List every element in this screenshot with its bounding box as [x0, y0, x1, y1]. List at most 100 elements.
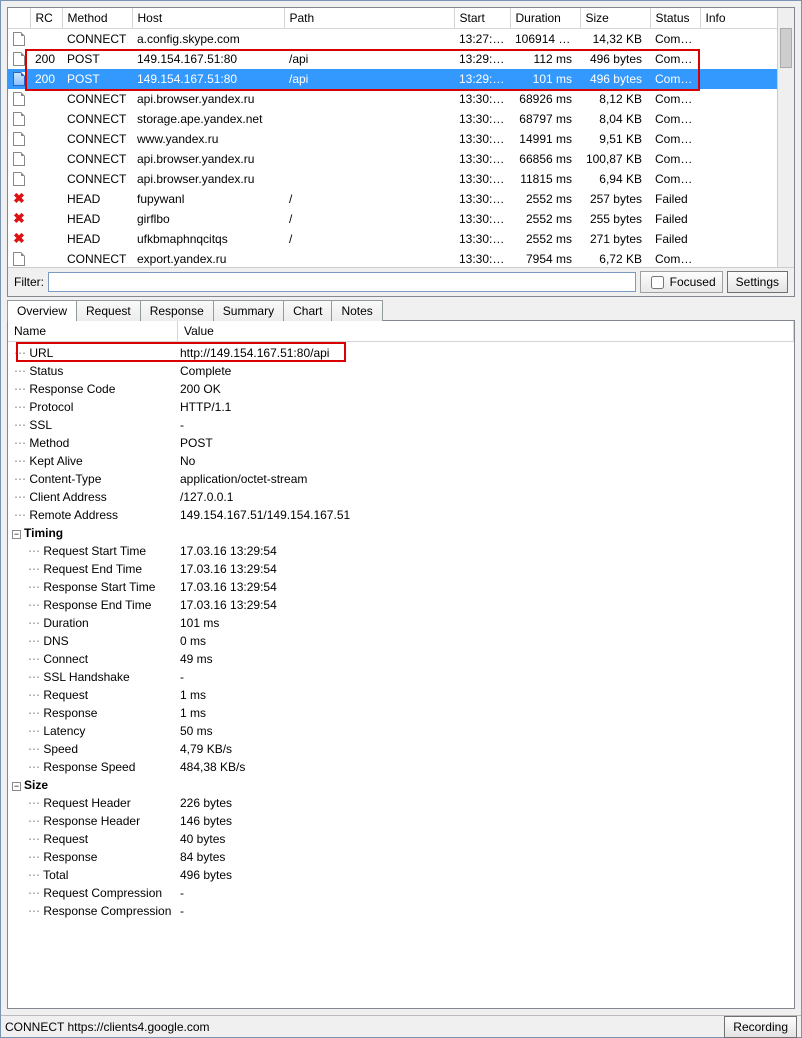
table-row[interactable]: CONNECTapi.browser.yandex.ru13:30:396892…	[8, 89, 794, 109]
col-Status[interactable]: Status	[650, 8, 700, 29]
detail-body[interactable]: ⋯ URLhttp://149.154.167.51:80/api⋯ Statu…	[8, 342, 794, 1008]
col-Path[interactable]: Path	[284, 8, 454, 29]
detail-value: HTTP/1.1	[180, 400, 790, 414]
col-Duration[interactable]: Duration	[510, 8, 580, 29]
detail-row[interactable]: −Size	[12, 776, 790, 794]
detail-row[interactable]: ⋯ Request Header226 bytes	[12, 794, 790, 812]
detail-name: −Timing	[12, 526, 180, 540]
detail-row[interactable]: ⋯ Request40 bytes	[12, 830, 790, 848]
table-row[interactable]: CONNECTexport.yandex.ru13:30:467954 ms6,…	[8, 249, 794, 268]
filter-input[interactable]	[48, 272, 636, 292]
detail-name: ⋯ Total	[12, 868, 180, 882]
detail-name: ⋯ Protocol	[12, 400, 180, 414]
detail-row[interactable]: ⋯ Response Speed484,38 KB/s	[12, 758, 790, 776]
detail-row[interactable]: −Timing	[12, 524, 790, 542]
status-bar: CONNECT https://clients4.google.com Reco…	[1, 1015, 801, 1037]
detail-row[interactable]: ⋯ Speed4,79 KB/s	[12, 740, 790, 758]
detail-value: -	[180, 670, 790, 684]
settings-button[interactable]: Settings	[727, 271, 788, 293]
col-RC[interactable]: RC	[30, 8, 62, 29]
col-Method[interactable]: Method	[62, 8, 132, 29]
detail-row[interactable]: ⋯ Total496 bytes	[12, 866, 790, 884]
detail-row[interactable]: ⋯ StatusComplete	[12, 362, 790, 380]
detail-row[interactable]: ⋯ Duration101 ms	[12, 614, 790, 632]
detail-name: ⋯ Request Start Time	[12, 544, 180, 558]
detail-row[interactable]: ⋯ Request Start Time17.03.16 13:29:54	[12, 542, 790, 560]
document-icon	[13, 72, 25, 86]
detail-name: ⋯ SSL	[12, 418, 180, 432]
detail-row[interactable]: ⋯ ProtocolHTTP/1.1	[12, 398, 790, 416]
table-row[interactable]: CONNECTapi.browser.yandex.ru13:30:411181…	[8, 169, 794, 189]
table-row[interactable]: ✖HEADfupywanl/13:30:462552 ms257 bytesFa…	[8, 189, 794, 209]
detail-row[interactable]: ⋯ Response Header146 bytes	[12, 812, 790, 830]
table-row[interactable]: CONNECTapi.browser.yandex.ru13:30:416685…	[8, 149, 794, 169]
tab-notes[interactable]: Notes	[331, 300, 382, 321]
detail-name: ⋯ Content-Type	[12, 472, 180, 486]
detail-value: 0 ms	[180, 634, 790, 648]
table-row[interactable]: CONNECTwww.yandex.ru13:30:3914991 ms9,51…	[8, 129, 794, 149]
detail-row[interactable]: ⋯ Response End Time17.03.16 13:29:54	[12, 596, 790, 614]
document-icon	[13, 52, 25, 66]
table-row[interactable]: CONNECTa.config.skype.com13:27:52106914 …	[8, 29, 794, 49]
col-Host[interactable]: Host	[132, 8, 284, 29]
detail-row[interactable]: ⋯ Response Code200 OK	[12, 380, 790, 398]
tab-chart[interactable]: Chart	[283, 300, 332, 321]
detail-row[interactable]: ⋯ Kept AliveNo	[12, 452, 790, 470]
detail-row[interactable]: ⋯ Request1 ms	[12, 686, 790, 704]
detail-name: ⋯ Duration	[12, 616, 180, 630]
col-icon[interactable]	[8, 8, 30, 29]
detail-value: 50 ms	[180, 724, 790, 738]
status-left: CONNECT https://clients4.google.com	[5, 1020, 210, 1034]
detail-row[interactable]: ⋯ Response1 ms	[12, 704, 790, 722]
tab-summary[interactable]: Summary	[213, 300, 284, 321]
filter-bar: Filter: Focused Settings	[8, 267, 794, 296]
detail-name: ⋯ Connect	[12, 652, 180, 666]
detail-name: ⋯ Response Code	[12, 382, 180, 396]
detail-value: application/octet-stream	[180, 472, 790, 486]
document-icon	[13, 132, 25, 146]
collapse-icon[interactable]: −	[12, 782, 21, 791]
detail-row[interactable]: ⋯ SSL Handshake-	[12, 668, 790, 686]
focused-checkbox[interactable]	[651, 276, 664, 289]
detail-row[interactable]: ⋯ DNS0 ms	[12, 632, 790, 650]
detail-name: ⋯ Response Start Time	[12, 580, 180, 594]
detail-name: ⋯ Response Speed	[12, 760, 180, 774]
collapse-icon[interactable]: −	[12, 530, 21, 539]
detail-row[interactable]: ⋯ Response84 bytes	[12, 848, 790, 866]
col-Start[interactable]: Start	[454, 8, 510, 29]
detail-name: ⋯ Status	[12, 364, 180, 378]
filter-label: Filter:	[14, 275, 44, 289]
detail-name: ⋯ DNS	[12, 634, 180, 648]
detail-row[interactable]: ⋯ Connect49 ms	[12, 650, 790, 668]
table-row[interactable]: ✖HEADufkbmaphnqcitqs/13:30:462552 ms271 …	[8, 229, 794, 249]
recording-button[interactable]: Recording	[724, 1016, 797, 1038]
col-Size[interactable]: Size	[580, 8, 650, 29]
detail-row[interactable]: ⋯ Request End Time17.03.16 13:29:54	[12, 560, 790, 578]
focused-toggle[interactable]: Focused	[640, 271, 723, 293]
detail-value: 40 bytes	[180, 832, 790, 846]
detail-row[interactable]: ⋯ SSL-	[12, 416, 790, 434]
detail-value: -	[180, 418, 790, 432]
detail-row[interactable]: ⋯ Latency50 ms	[12, 722, 790, 740]
table-row[interactable]: ✖HEADgirflbo/13:30:462552 ms255 bytesFai…	[8, 209, 794, 229]
tab-request[interactable]: Request	[76, 300, 141, 321]
detail-row[interactable]: ⋯ Client Address/127.0.0.1	[12, 488, 790, 506]
vertical-scrollbar[interactable]	[777, 8, 794, 267]
requests-table[interactable]: RCMethodHostPathStartDurationSizeStatusI…	[8, 8, 794, 267]
detail-col-name[interactable]: Name	[8, 321, 178, 341]
detail-value: -	[180, 904, 790, 918]
detail-row[interactable]: ⋯ Remote Address149.154.167.51/149.154.1…	[12, 506, 790, 524]
detail-row[interactable]: ⋯ Request Compression-	[12, 884, 790, 902]
table-row[interactable]: 200POST149.154.167.51:80/api13:29:54101 …	[8, 69, 794, 89]
tab-overview[interactable]: Overview	[7, 300, 77, 321]
detail-row[interactable]: ⋯ Response Start Time17.03.16 13:29:54	[12, 578, 790, 596]
tab-response[interactable]: Response	[140, 300, 214, 321]
detail-name: ⋯ Request Compression	[12, 886, 180, 900]
table-row[interactable]: CONNECTstorage.ape.yandex.net13:30:39687…	[8, 109, 794, 129]
detail-row[interactable]: ⋯ Response Compression-	[12, 902, 790, 920]
detail-row[interactable]: ⋯ Content-Typeapplication/octet-stream	[12, 470, 790, 488]
detail-row[interactable]: ⋯ MethodPOST	[12, 434, 790, 452]
table-row[interactable]: 200POST149.154.167.51:80/api13:29:54112 …	[8, 49, 794, 69]
detail-col-value[interactable]: Value	[178, 321, 794, 341]
detail-row[interactable]: ⋯ URLhttp://149.154.167.51:80/api	[12, 344, 790, 362]
